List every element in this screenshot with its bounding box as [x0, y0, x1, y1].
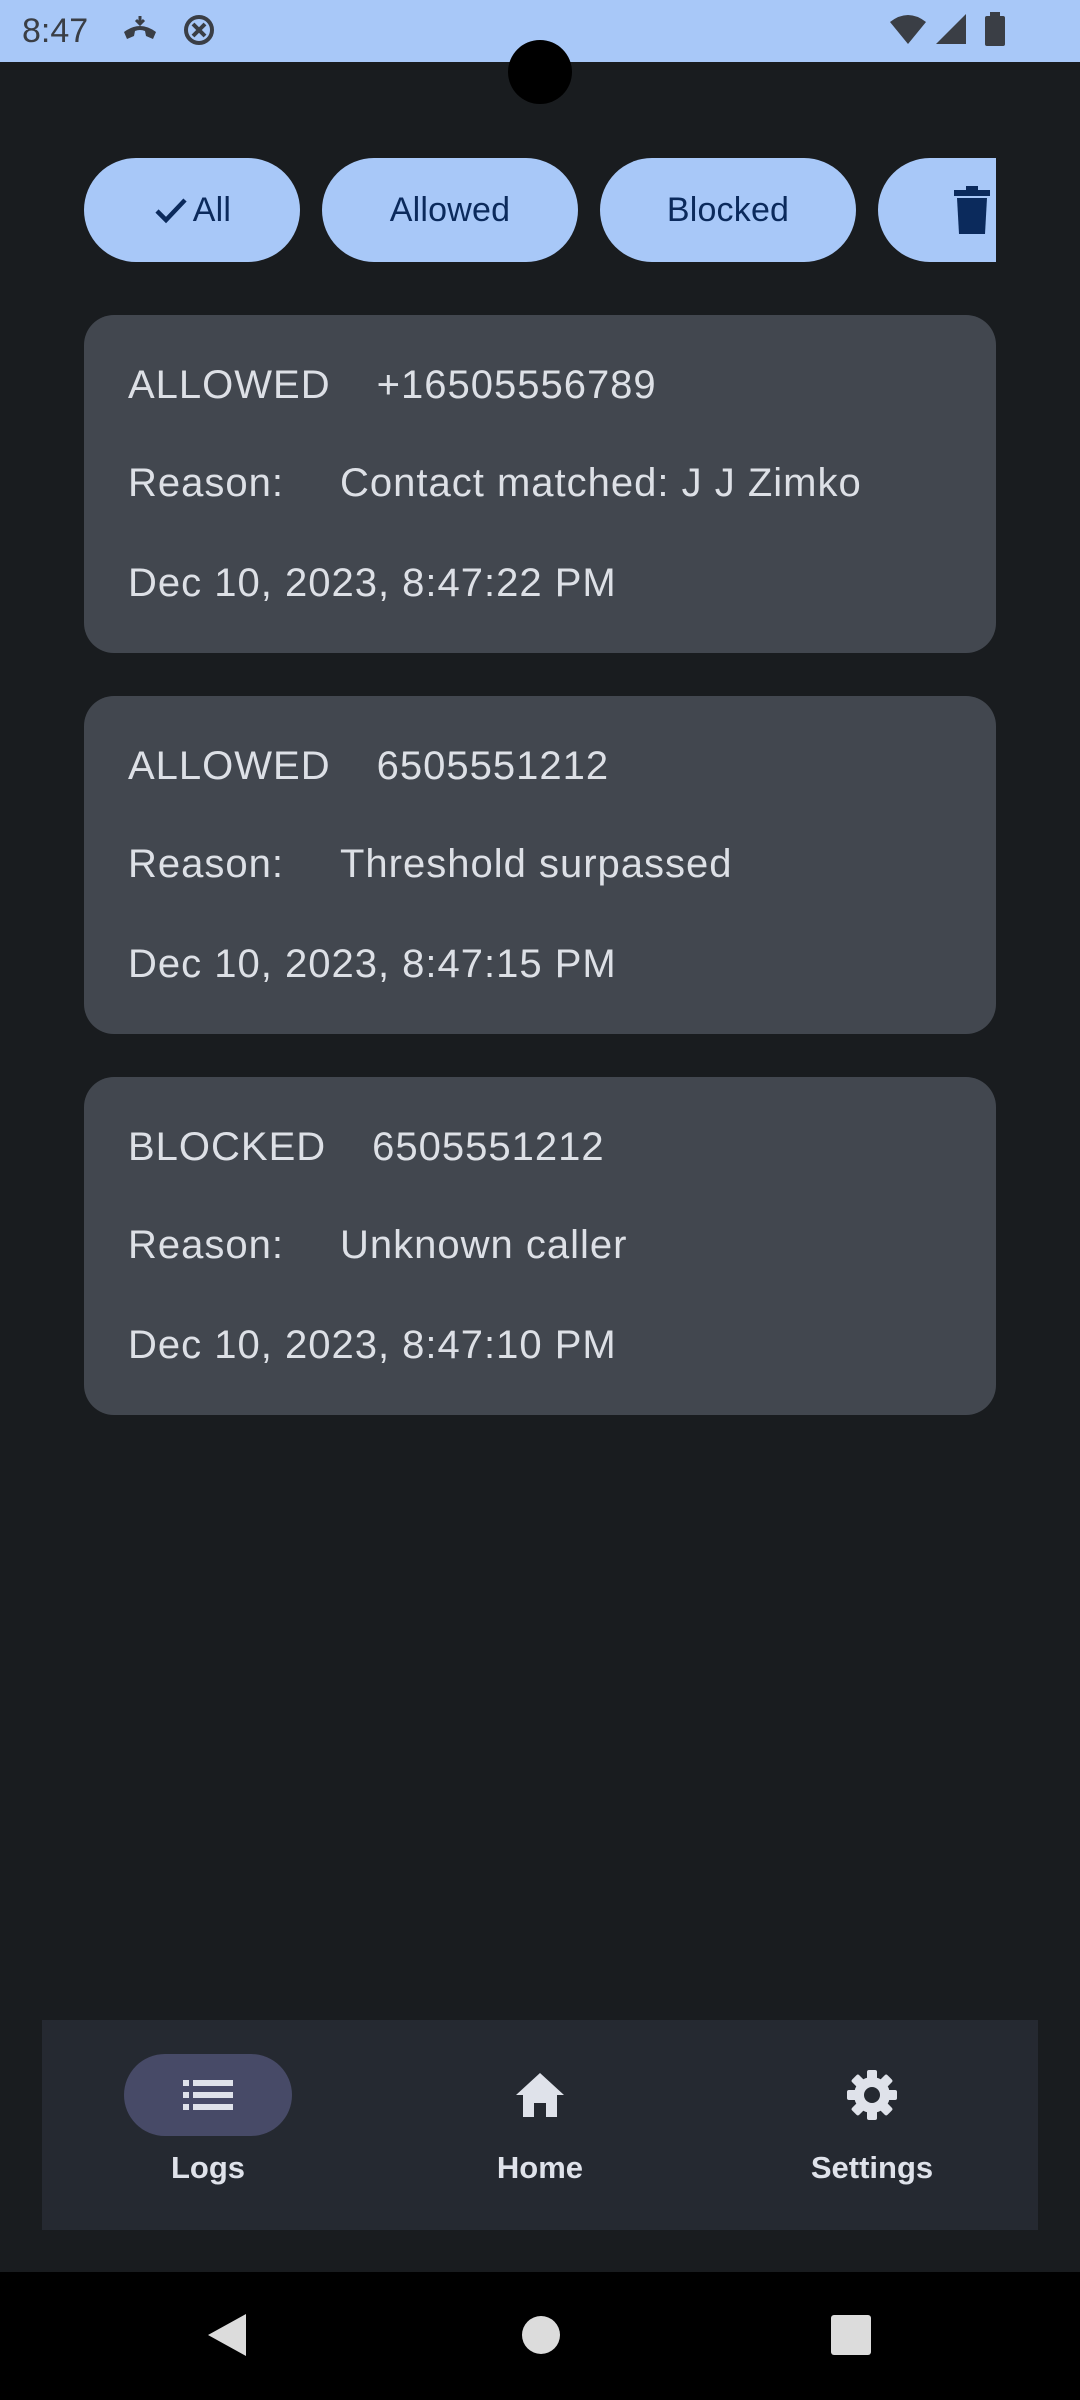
- log-reason-label: Reason:: [128, 1223, 284, 1267]
- filter-chip-row: All Allowed Blocked: [84, 158, 996, 262]
- nav-active-indicator: [124, 2054, 292, 2136]
- battery-icon: [984, 12, 1006, 53]
- call-end-icon: [120, 12, 160, 53]
- nav-label: Home: [496, 2150, 584, 2185]
- signal-icon: [934, 12, 968, 53]
- back-icon[interactable]: [204, 2310, 250, 2365]
- delete-icon: [954, 186, 990, 234]
- log-card[interactable]: BLOCKED 6505551212 Reason: Unknown caller …: [84, 1077, 996, 1415]
- filter-chip-label: Blocked: [666, 190, 790, 229]
- log-timestamp: Dec 10, 2023, 8:47:10 PM: [128, 1323, 617, 1367]
- list-icon: [183, 2080, 233, 2110]
- bottom-navigation: Logs Home Settings: [42, 2020, 1038, 2230]
- log-card[interactable]: ALLOWED +16505556789 Reason: Contact match…: [84, 315, 996, 653]
- log-reason: Contact matched: J J Zimko: [339, 461, 862, 505]
- filter-chip-label: All: [192, 190, 232, 229]
- status-time: 8:47: [22, 12, 89, 50]
- log-reason-label: Reason:: [128, 461, 284, 505]
- log-status: ALLOWED: [128, 744, 331, 788]
- gear-icon: [847, 2070, 897, 2120]
- log-reason-label: Reason:: [128, 842, 284, 886]
- filter-chip-allowed[interactable]: Allowed: [322, 158, 578, 262]
- log-status: ALLOWED: [128, 363, 331, 407]
- nav-item-home[interactable]: Home: [374, 2020, 706, 2230]
- clear-logs-button[interactable]: [878, 158, 996, 262]
- block-icon: [182, 12, 216, 53]
- log-card[interactable]: ALLOWED 6505551212 Reason: Threshold surpa…: [84, 696, 996, 1034]
- log-status: BLOCKED: [128, 1125, 327, 1169]
- wifi-icon: [888, 12, 928, 53]
- home-button-icon[interactable]: [520, 2310, 562, 2365]
- log-reason: Unknown caller: [339, 1223, 628, 1267]
- filter-chip-label: Allowed: [389, 190, 511, 229]
- log-reason: Threshold surpassed: [339, 842, 733, 886]
- camera-cutout: [508, 40, 572, 104]
- log-number: +16505556789: [376, 363, 657, 407]
- home-icon: [516, 2073, 564, 2117]
- log-number: 6505551212: [372, 1125, 605, 1169]
- log-number: 6505551212: [376, 744, 610, 788]
- recents-icon[interactable]: [830, 2310, 872, 2365]
- nav-label: Logs: [170, 2150, 246, 2185]
- filter-chip-blocked[interactable]: Blocked: [600, 158, 856, 262]
- nav-item-settings[interactable]: Settings: [706, 2020, 1038, 2230]
- filter-chip-all[interactable]: All: [84, 158, 300, 262]
- check-icon: [155, 198, 187, 224]
- system-navigation-bar: [0, 2272, 1080, 2400]
- nav-item-logs[interactable]: Logs: [42, 2020, 374, 2230]
- log-timestamp: Dec 10, 2023, 8:47:22 PM: [128, 561, 617, 605]
- log-timestamp: Dec 10, 2023, 8:47:15 PM: [128, 942, 617, 986]
- nav-label: Settings: [810, 2150, 934, 2185]
